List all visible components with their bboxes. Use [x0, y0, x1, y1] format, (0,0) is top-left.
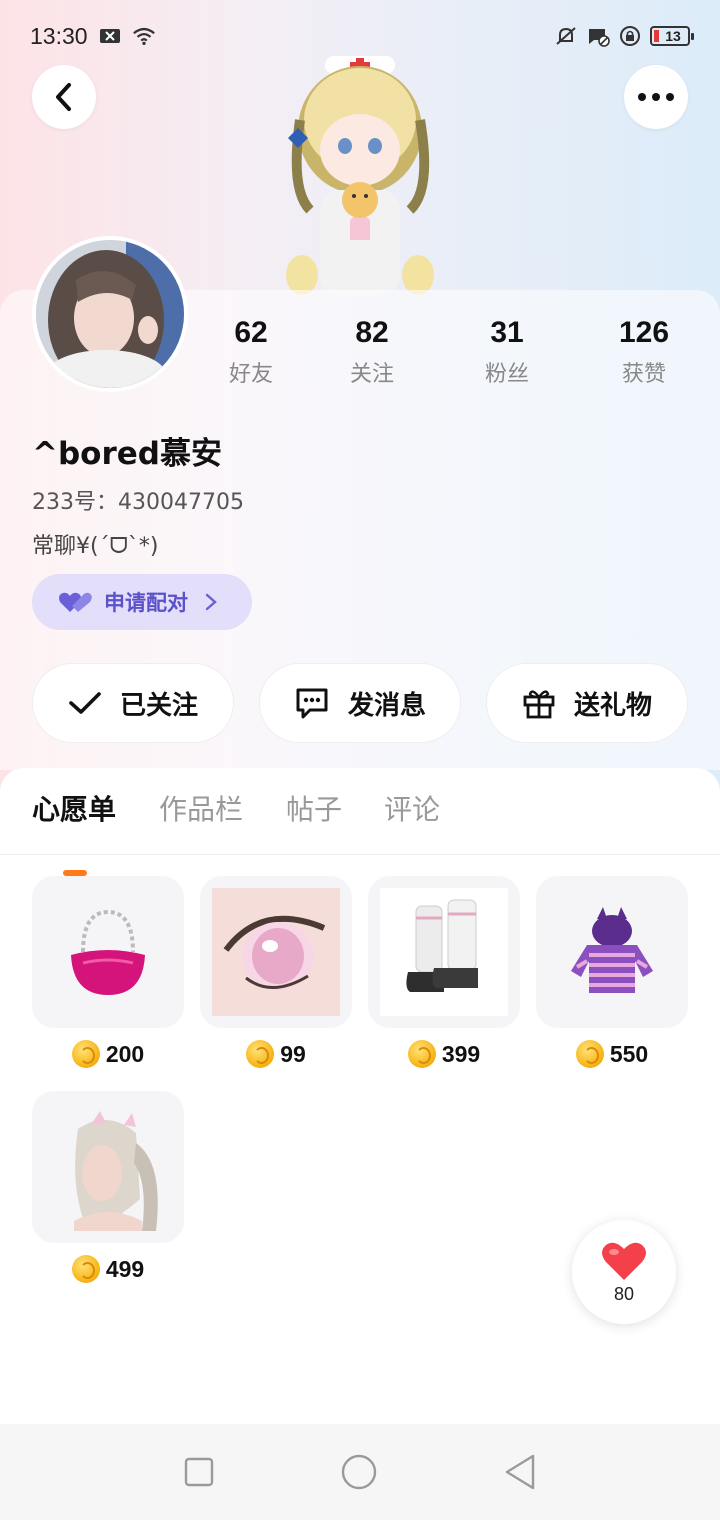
battery-icon: 13 [650, 26, 694, 46]
item-thumbnail [200, 876, 352, 1028]
back-button[interactable] [32, 65, 96, 129]
price-value: 550 [609, 1040, 649, 1067]
chat-bubble-icon [296, 688, 328, 719]
character-avatar [286, 56, 434, 295]
like-count: 80 [613, 1283, 635, 1304]
price-value: 99 [280, 1040, 306, 1067]
battery-level: 13 [665, 28, 681, 44]
heart-icon [602, 1242, 646, 1280]
bell-off-icon [556, 27, 576, 45]
item-thumbnail [536, 876, 688, 1028]
tabs-divider [0, 854, 720, 855]
more-options-button[interactable] [624, 65, 688, 129]
send-message-button[interactable]: 发消息 [259, 663, 461, 743]
followed-label: 已关注 [119, 690, 198, 721]
bio: 常聊¥(ˊᗜˋ*) [32, 534, 159, 559]
stats-row: 62 好友 82 关注 31 粉丝 126 获赞 [0, 316, 720, 396]
price-value: 200 [105, 1040, 145, 1067]
followed-button[interactable]: 已关注 [32, 663, 234, 743]
send-gift-label: 送礼物 [573, 690, 652, 721]
coin-icon [71, 1255, 100, 1283]
like-button[interactable]: 80 [572, 1220, 676, 1324]
user-id: 233号：430047705 [32, 490, 244, 515]
hoodie-image [571, 907, 653, 993]
boots-image [380, 888, 508, 1016]
item-price: 499 [32, 1255, 184, 1283]
stat-fans[interactable]: 31 粉丝 [447, 316, 567, 388]
item-price: 99 [200, 1040, 352, 1068]
stat-value: 62 [234, 316, 268, 349]
wifi-icon [132, 27, 155, 46]
stat-value: 126 [618, 316, 670, 349]
hair-image [74, 1111, 158, 1231]
stat-label: 关注 [349, 362, 394, 387]
send-message-label: 发消息 [347, 690, 426, 721]
apply-pair-button[interactable]: 申请配对 [32, 574, 252, 630]
double-heart-icon [59, 592, 92, 612]
item-price: 200 [32, 1040, 184, 1068]
chevron-right-icon [205, 593, 217, 611]
pair-button-label: 申请配对 [104, 591, 188, 615]
more-dots-icon [638, 93, 674, 101]
coin-icon [575, 1040, 604, 1068]
status-time: 13:30 [30, 22, 88, 49]
rotation-lock-icon [620, 26, 640, 46]
message-blocked-icon [589, 29, 610, 47]
tab-bar: 心愿单 作品栏 帖子 评论 [0, 788, 720, 876]
wishlist-item[interactable]: 200 [32, 876, 184, 1068]
tab-posts[interactable]: 帖子 [286, 788, 342, 828]
item-thumbnail [368, 876, 520, 1028]
stat-label: 好友 [228, 362, 273, 387]
home-circle-icon[interactable] [340, 1453, 378, 1491]
wishlist-item[interactable]: 399 [368, 876, 520, 1068]
tab-comments[interactable]: 评论 [384, 788, 440, 828]
item-price: 399 [368, 1040, 520, 1068]
price-value: 499 [105, 1255, 145, 1282]
wishlist-item[interactable]: 499 [32, 1091, 184, 1283]
x-notification-icon [99, 29, 120, 43]
wishlist-item[interactable]: 550 [536, 876, 688, 1068]
coin-icon [71, 1040, 100, 1068]
stat-label: 粉丝 [484, 362, 529, 387]
tab-wishlist[interactable]: 心愿单 [32, 788, 116, 828]
coin-icon [246, 1040, 275, 1068]
stat-likes[interactable]: 126 获赞 [584, 316, 704, 388]
handbag-image [71, 909, 145, 995]
system-nav-bar [0, 1424, 720, 1520]
back-triangle-icon[interactable] [503, 1453, 537, 1491]
tab-works[interactable]: 作品栏 [159, 788, 243, 828]
check-icon [69, 692, 101, 714]
chevron-left-icon [56, 83, 71, 111]
coin-icon [407, 1040, 436, 1068]
send-gift-button[interactable]: 送礼物 [486, 663, 688, 743]
item-price: 550 [536, 1040, 688, 1068]
price-value: 399 [441, 1040, 481, 1067]
stat-following[interactable]: 82 关注 [312, 316, 432, 388]
item-thumbnail [32, 876, 184, 1028]
gift-icon [523, 690, 555, 719]
eye-image [212, 888, 340, 1016]
username: ^bored慕安 [32, 436, 222, 472]
stat-value: 31 [490, 316, 524, 349]
stat-friends[interactable]: 62 好友 [191, 316, 311, 388]
recents-square-icon[interactable] [183, 1456, 215, 1488]
stat-label: 获赞 [621, 362, 666, 387]
stat-value: 82 [355, 316, 389, 349]
wishlist-item[interactable]: 99 [200, 876, 352, 1068]
action-row: 已关注 发消息 送礼物 [0, 663, 720, 743]
item-thumbnail [32, 1091, 184, 1243]
